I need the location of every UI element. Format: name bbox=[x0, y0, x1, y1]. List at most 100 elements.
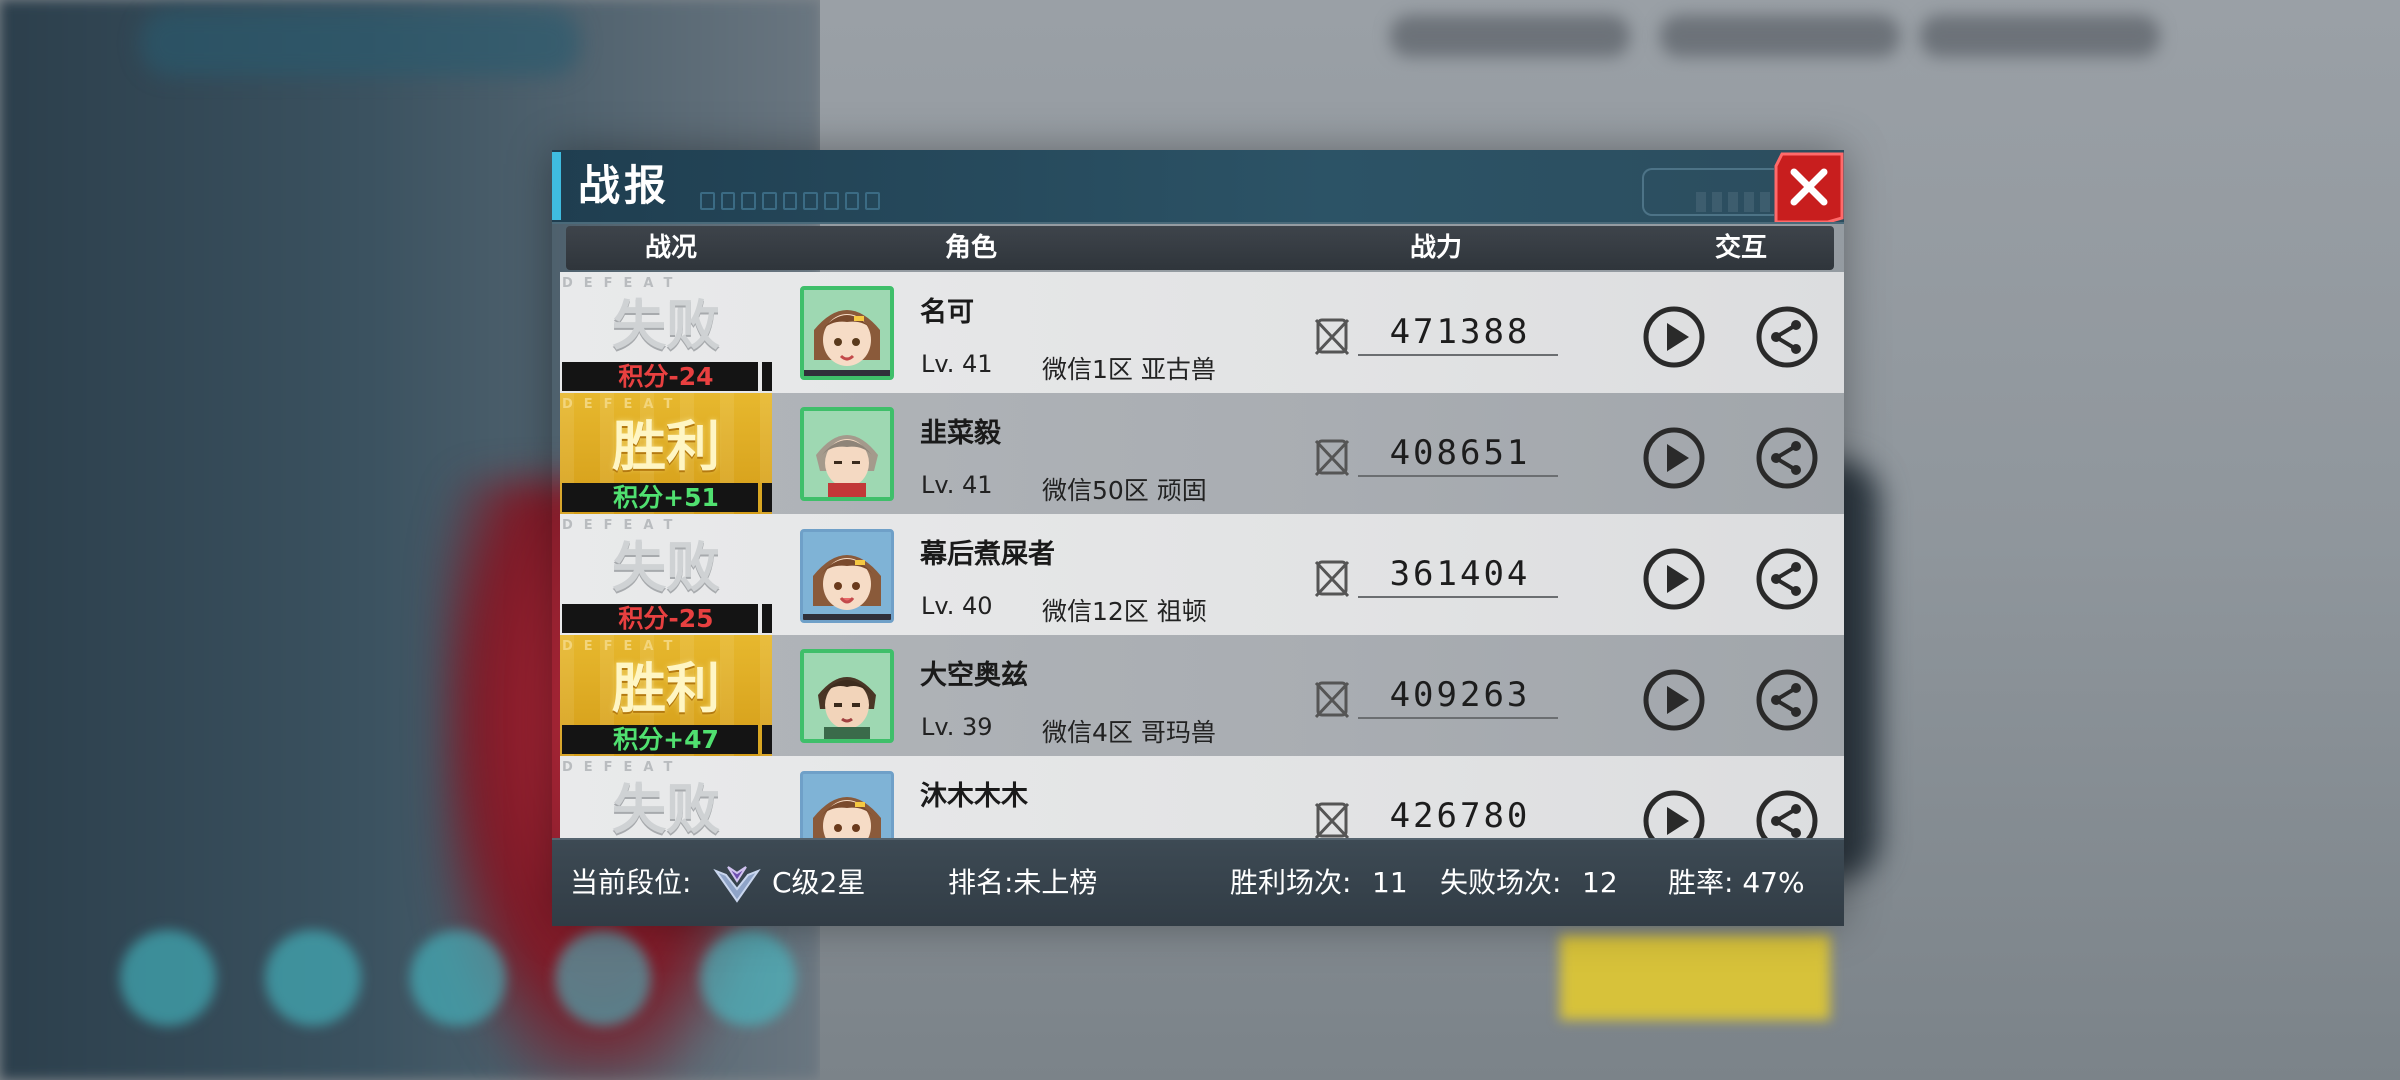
battle-row: DEFEAT 胜利 积分+51 韭菜毅 Lv. 41 微信50区 顽固 4086… bbox=[560, 393, 1844, 514]
header-bars-decoration bbox=[1696, 192, 1770, 212]
avatar-icon bbox=[804, 653, 890, 739]
player-level: Lv. 39 bbox=[921, 713, 993, 741]
background-menu-icon bbox=[410, 930, 506, 1026]
power-field: 408651 bbox=[1304, 429, 1564, 483]
result-text: 失败 bbox=[612, 294, 720, 357]
share-icon bbox=[1756, 306, 1818, 368]
power-value: 361404 bbox=[1389, 554, 1531, 594]
defeat-tag: DEFEAT bbox=[562, 518, 684, 533]
wins-label: 胜利场次: bbox=[1230, 866, 1352, 899]
character-avatar[interactable] bbox=[800, 286, 894, 380]
result-cell: DEFEAT 失败 bbox=[560, 756, 772, 838]
combat-power-icon bbox=[1314, 560, 1350, 598]
character-avatar[interactable] bbox=[800, 649, 894, 743]
defeat-tag: DEFEAT bbox=[562, 397, 684, 412]
combat-power-icon bbox=[1314, 802, 1350, 838]
avatar-icon bbox=[803, 532, 891, 620]
rank-value: C级2星 bbox=[772, 866, 866, 899]
result-text: 失败 bbox=[612, 536, 720, 599]
close-button[interactable] bbox=[1774, 152, 1844, 224]
background-menu-icon bbox=[700, 930, 796, 1026]
avatar-icon bbox=[803, 774, 891, 838]
power-field: 471388 bbox=[1304, 308, 1564, 362]
share-button[interactable] bbox=[1755, 305, 1819, 369]
player-level: Lv. 41 bbox=[921, 471, 993, 499]
share-icon bbox=[1756, 548, 1818, 610]
ranking-status: 排名:未上榜 bbox=[948, 866, 1098, 899]
player-level: Lv. 40 bbox=[921, 592, 993, 620]
share-button[interactable] bbox=[1755, 547, 1819, 611]
character-avatar[interactable] bbox=[800, 771, 894, 838]
background-topbar bbox=[140, 10, 580, 76]
avatar-icon bbox=[804, 411, 890, 497]
dialog-header: 战报 bbox=[552, 150, 1844, 224]
play-icon bbox=[1643, 790, 1705, 838]
replay-button[interactable] bbox=[1642, 305, 1706, 369]
power-field: 361404 bbox=[1304, 550, 1564, 604]
close-icon bbox=[1774, 152, 1844, 224]
combat-power-icon bbox=[1314, 681, 1350, 719]
power-value: 409263 bbox=[1389, 675, 1531, 715]
player-name: 名可 bbox=[920, 297, 974, 328]
player-name: 韭菜毅 bbox=[920, 418, 1001, 449]
power-field: 409263 bbox=[1304, 671, 1564, 725]
result-cell: DEFEAT 失败 积分-25 bbox=[560, 514, 772, 635]
background-menu-icon bbox=[555, 930, 651, 1026]
score-change: 积分+51 bbox=[562, 483, 772, 512]
header-power: 战力 bbox=[1409, 233, 1462, 263]
rank-badge-icon bbox=[713, 866, 761, 903]
replay-button[interactable] bbox=[1642, 668, 1706, 732]
score-change: 积分+47 bbox=[562, 725, 772, 754]
player-server: 微信12区 祖顿 bbox=[1042, 597, 1207, 626]
table-header: 战况 角色 战力 交互 bbox=[566, 226, 1834, 270]
header-result: 战况 bbox=[644, 233, 697, 263]
player-server: 微信1区 亚古兽 bbox=[1042, 355, 1216, 384]
header-character: 角色 bbox=[944, 233, 997, 263]
power-value: 426780 bbox=[1389, 796, 1531, 836]
combat-power-icon bbox=[1314, 439, 1350, 477]
share-button[interactable] bbox=[1755, 426, 1819, 490]
result-cell: DEFEAT 胜利 积分+47 bbox=[560, 635, 772, 756]
background-button bbox=[1560, 935, 1830, 1020]
battle-list[interactable]: DEFEAT 失败 积分-24 名可 Lv. 41 微信1区 亚古兽 47138… bbox=[560, 272, 1844, 838]
avatar-icon bbox=[804, 290, 890, 376]
share-button[interactable] bbox=[1755, 789, 1819, 838]
defeat-tag: DEFEAT bbox=[562, 276, 684, 291]
title-accent bbox=[552, 152, 561, 220]
replay-button[interactable] bbox=[1642, 547, 1706, 611]
share-button[interactable] bbox=[1755, 668, 1819, 732]
battle-row: DEFEAT 失败 积分-25 幕后煮屎者 Lv. 40 微信12区 祖顿 36… bbox=[560, 514, 1844, 635]
battle-row: DEFEAT 失败 沐木木木 426780 bbox=[560, 756, 1844, 838]
power-field: 426780 bbox=[1304, 792, 1564, 838]
battle-report-dialog: 战报 战况 角色 战力 交互 DEFEAT 失败 积分-24 名可 Lv. 41… bbox=[552, 150, 1844, 926]
play-icon bbox=[1643, 669, 1705, 731]
character-avatar[interactable] bbox=[800, 529, 894, 623]
battle-row: DEFEAT 失败 积分-24 名可 Lv. 41 微信1区 亚古兽 47138… bbox=[560, 272, 1844, 393]
share-icon bbox=[1756, 427, 1818, 489]
dialog-title: 战报 bbox=[578, 161, 671, 210]
power-value: 408651 bbox=[1389, 433, 1531, 473]
title-decoration bbox=[700, 192, 881, 210]
losses-value: 12 bbox=[1582, 866, 1618, 899]
combat-power-icon bbox=[1314, 318, 1350, 356]
play-icon bbox=[1643, 427, 1705, 489]
player-name: 幕后煮屎者 bbox=[920, 539, 1055, 570]
player-name: 沐木木木 bbox=[920, 781, 1028, 812]
background-resource bbox=[1920, 15, 2160, 57]
power-value: 471388 bbox=[1389, 312, 1531, 352]
result-cell: DEFEAT 胜利 积分+51 bbox=[560, 393, 772, 514]
replay-button[interactable] bbox=[1642, 426, 1706, 490]
defeat-tag: DEFEAT bbox=[562, 639, 684, 654]
player-server: 微信4区 哥玛兽 bbox=[1042, 718, 1216, 747]
result-cell: DEFEAT 失败 积分-24 bbox=[560, 272, 772, 393]
stats-footer: 当前段位: C级2星 排名:未上榜 胜利场次: 11 失败场次: 12 胜率: … bbox=[552, 838, 1844, 926]
share-icon bbox=[1756, 669, 1818, 731]
background-menu-icon bbox=[265, 930, 361, 1026]
player-name: 大空奥兹 bbox=[920, 660, 1028, 691]
score-change: 积分-25 bbox=[562, 604, 772, 633]
replay-button[interactable] bbox=[1642, 789, 1706, 838]
result-text: 胜利 bbox=[612, 657, 720, 720]
player-level: Lv. 41 bbox=[921, 350, 993, 378]
score-change: 积分-24 bbox=[562, 362, 772, 391]
character-avatar[interactable] bbox=[800, 407, 894, 501]
